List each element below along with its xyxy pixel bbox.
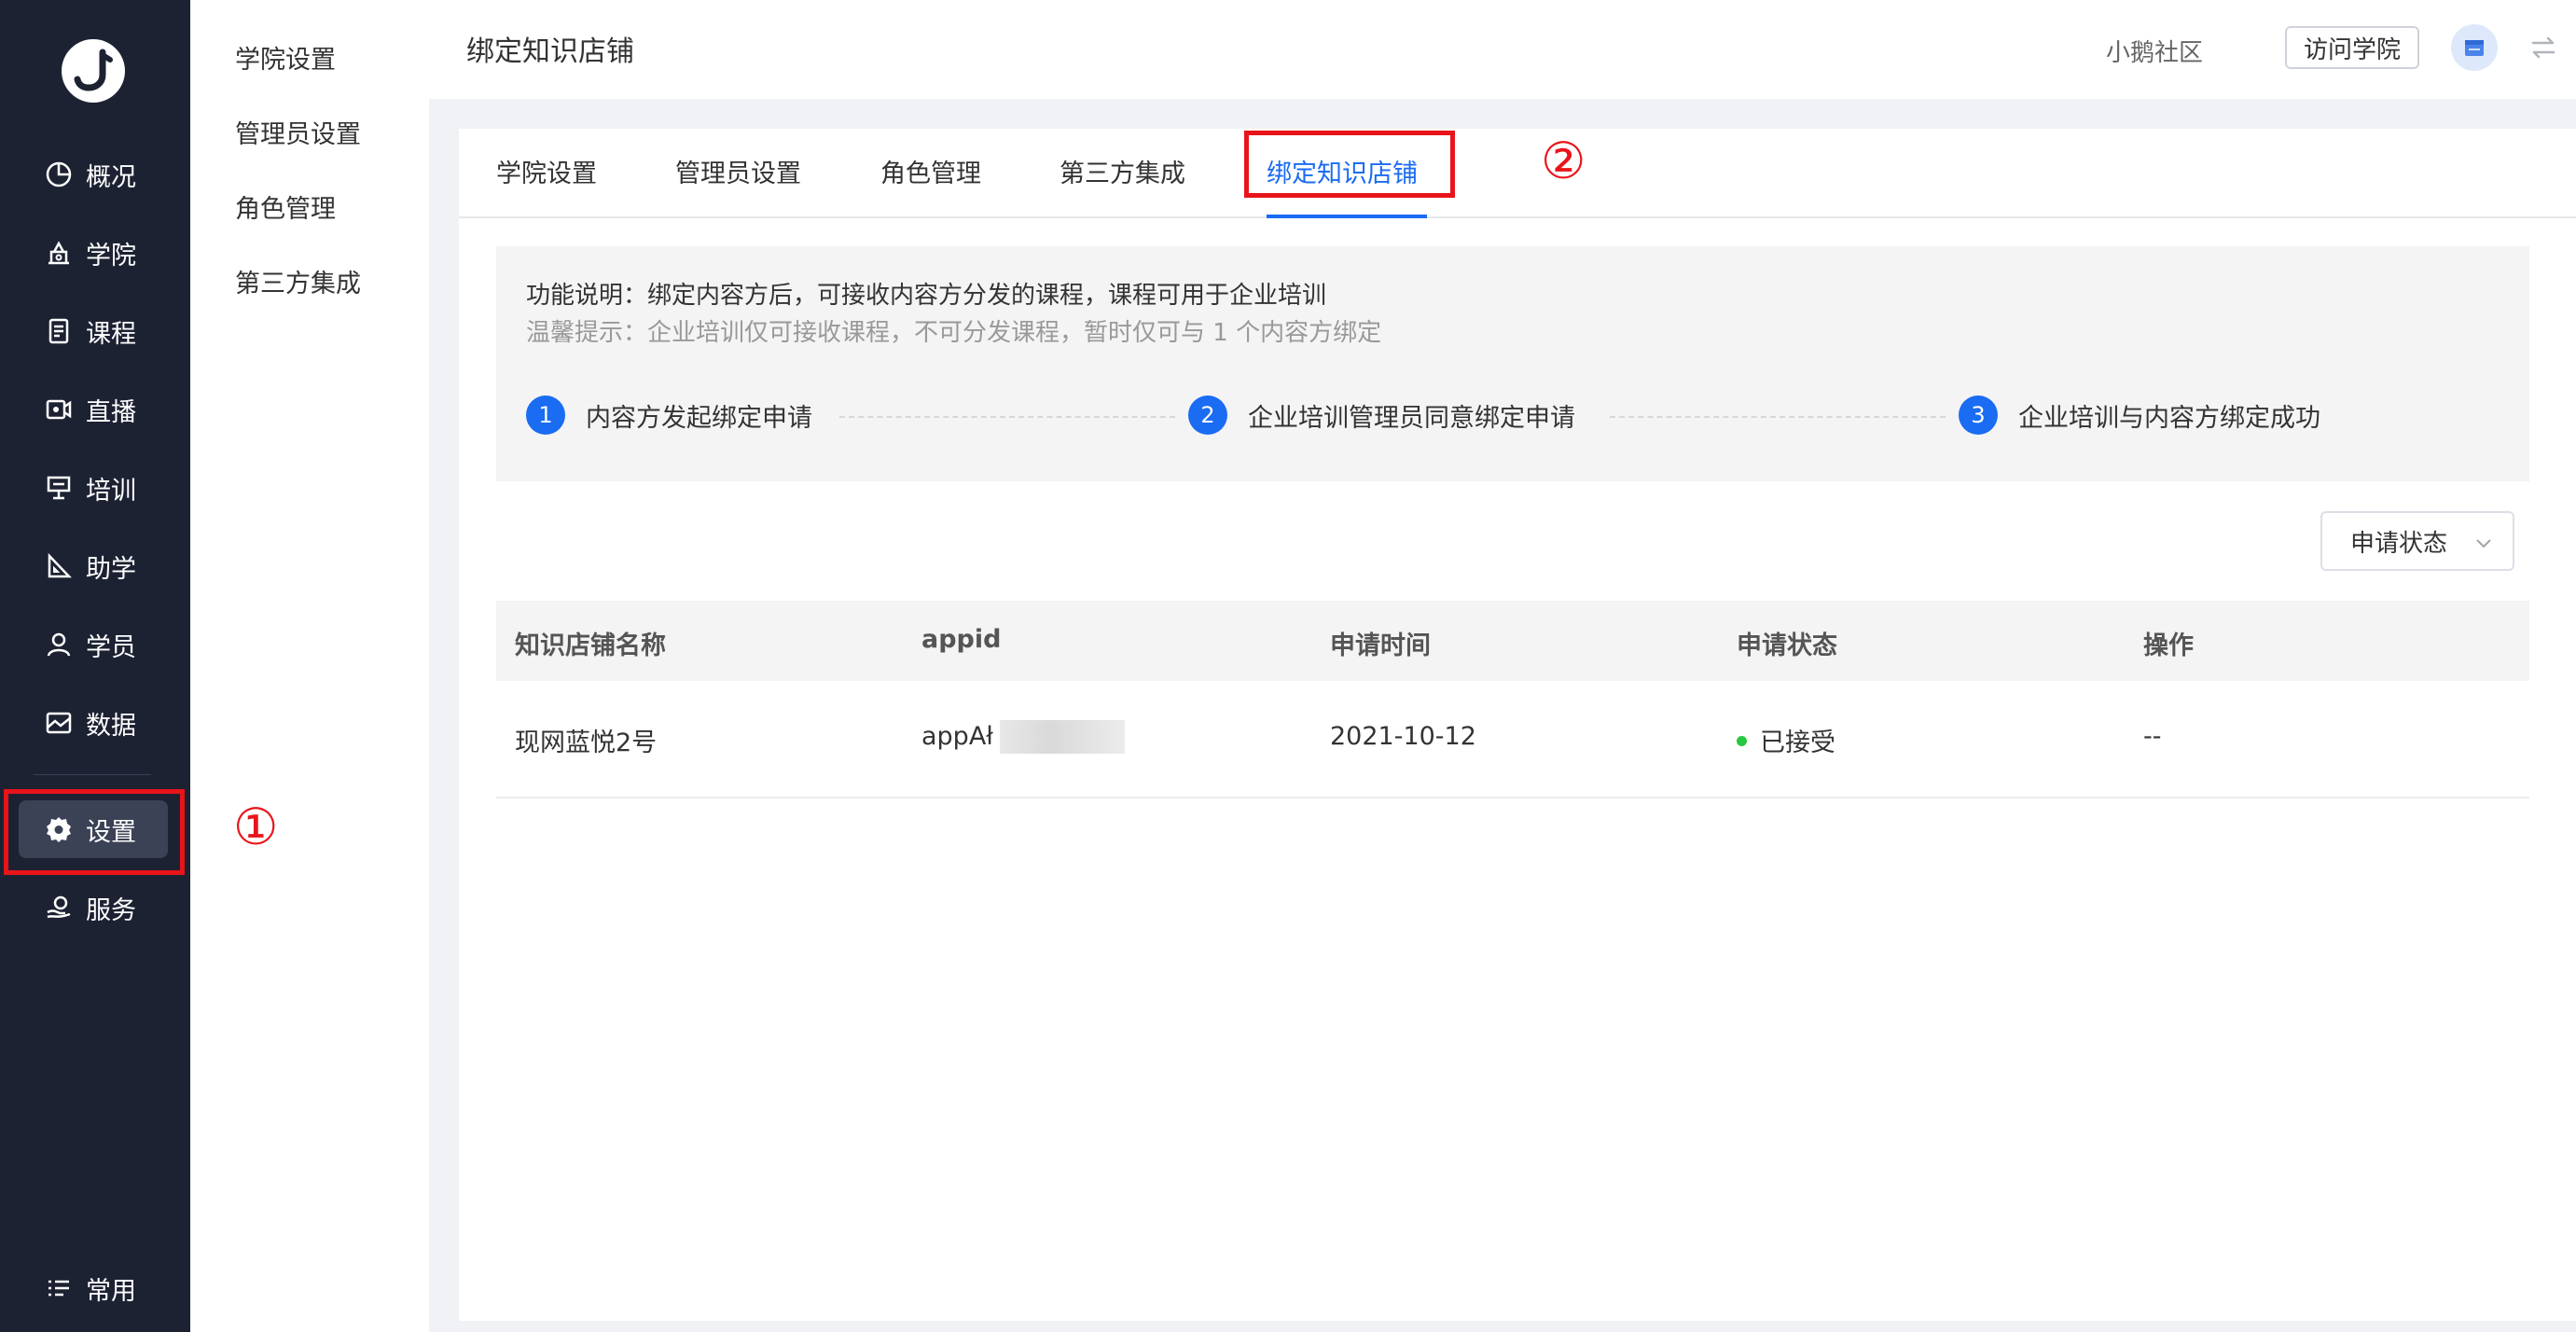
appid-value: appAł bbox=[921, 722, 993, 751]
store-icon[interactable] bbox=[2451, 24, 2498, 71]
redaction-blur bbox=[1000, 720, 1125, 754]
step-2: 2 企业培训管理员同意绑定申请 bbox=[1188, 395, 1575, 435]
nav-students[interactable]: 学员 bbox=[43, 619, 183, 670]
nav-label: 数据 bbox=[86, 711, 136, 741]
switch-icon[interactable] bbox=[2529, 34, 2557, 65]
nav-label: 学院 bbox=[86, 241, 136, 271]
nav-divider bbox=[34, 774, 151, 775]
settings-submenu: 学院设置 管理员设置 角色管理 第三方集成 ① bbox=[190, 0, 429, 1332]
info-panel: 功能说明：绑定内容方后，可接收内容方分发的课程，课程可用于企业培训 温馨提示：企… bbox=[496, 246, 2529, 481]
step-connector bbox=[1610, 416, 1946, 418]
nav-training[interactable]: 培训 bbox=[43, 463, 183, 513]
submenu-third-party[interactable]: 第三方集成 bbox=[235, 263, 361, 299]
nav-course[interactable]: 课程 bbox=[43, 306, 183, 356]
nav-label: 助学 bbox=[86, 554, 136, 584]
main-sidebar: 概况 学院 课程 直播 培训 助学 学员 数据 设置 服务 常用 bbox=[0, 0, 190, 1332]
top-header: 绑定知识店铺 小鹅社区 访问学院 bbox=[429, 0, 2576, 99]
nav-academy[interactable]: 学院 bbox=[43, 228, 183, 278]
step-label: 企业培训与内容方绑定成功 bbox=[2018, 403, 2320, 433]
apply-time: 2021-10-12 bbox=[1330, 722, 1476, 751]
row-action: -- bbox=[2143, 722, 2162, 751]
main-card: 学院设置 管理员设置 角色管理 第三方集成 绑定知识店铺 ② 功能说明：绑定内容… bbox=[459, 129, 2576, 1321]
status-badge: 已接受 bbox=[1760, 728, 1835, 757]
column-header: 申请状态 bbox=[1737, 631, 1837, 660]
step-connector bbox=[839, 416, 1175, 418]
nav-label: 概况 bbox=[86, 162, 136, 192]
user-icon bbox=[43, 629, 75, 660]
data-icon bbox=[43, 707, 75, 739]
community-link[interactable]: 小鹅社区 bbox=[2106, 34, 2203, 68]
status-filter-select[interactable]: 申请状态 bbox=[2320, 511, 2514, 571]
step-number: 1 bbox=[526, 395, 565, 435]
tab-bar: 学院设置 管理员设置 角色管理 第三方集成 绑定知识店铺 ② bbox=[459, 129, 2576, 218]
store-table: 知识店铺名称 appid 申请时间 申请状态 操作 现网蓝悦2号 appAł 2… bbox=[496, 601, 2529, 798]
active-tab-indicator bbox=[1267, 215, 1427, 218]
store-name: 现网蓝悦2号 bbox=[515, 728, 658, 757]
submenu-role-management[interactable]: 角色管理 bbox=[235, 188, 336, 225]
tab-admin-settings[interactable]: 管理员设置 bbox=[675, 153, 801, 189]
annotation-box-tab bbox=[1244, 131, 1455, 198]
tab-academy-settings[interactable]: 学院设置 bbox=[496, 153, 597, 189]
nav-favorites[interactable]: 常用 bbox=[43, 1263, 183, 1313]
service-icon bbox=[43, 892, 75, 923]
nav-label: 直播 bbox=[86, 397, 136, 427]
annotation-number-1: ① bbox=[233, 798, 279, 856]
submenu-admin-settings[interactable]: 管理员设置 bbox=[235, 114, 361, 150]
step-number: 3 bbox=[1959, 395, 1998, 435]
list-icon bbox=[43, 1272, 75, 1304]
column-header: 知识店铺名称 bbox=[515, 631, 666, 660]
step-1: 1 内容方发起绑定申请 bbox=[526, 395, 812, 435]
status-filter-label: 申请状态 bbox=[2350, 529, 2448, 558]
annotation-number-2: ② bbox=[1541, 132, 1586, 190]
annotation-box-settings bbox=[4, 789, 185, 875]
visit-academy-button[interactable]: 访问学院 bbox=[2285, 26, 2419, 69]
table-header: 知识店铺名称 appid 申请时间 申请状态 操作 bbox=[496, 601, 2529, 681]
tab-role-management[interactable]: 角色管理 bbox=[880, 153, 981, 189]
nav-label: 课程 bbox=[86, 319, 136, 349]
nav-label: 服务 bbox=[86, 895, 136, 925]
pie-chart-icon bbox=[43, 159, 75, 190]
column-header: 申请时间 bbox=[1330, 631, 1431, 660]
tab-third-party[interactable]: 第三方集成 bbox=[1059, 153, 1185, 189]
page-title: 绑定知识店铺 bbox=[466, 35, 634, 68]
step-3: 3 企业培训与内容方绑定成功 bbox=[1959, 395, 2320, 435]
nav-assist[interactable]: 助学 bbox=[43, 541, 183, 591]
warm-tip: 温馨提示：企业培训仅可接收课程，不可分发课程，暂时仅可与 1 个内容方绑定 bbox=[526, 319, 1382, 347]
step-label: 企业培训管理员同意绑定申请 bbox=[1248, 403, 1575, 433]
status-cell: 已接受 bbox=[1737, 722, 1835, 758]
column-header: 操作 bbox=[2143, 631, 2194, 660]
table-row: 现网蓝悦2号 appAł 2021-10-12 已接受 -- bbox=[496, 681, 2529, 798]
column-header: appid bbox=[921, 625, 1002, 654]
step-label: 内容方发起绑定申请 bbox=[586, 403, 812, 433]
feature-description: 功能说明：绑定内容方后，可接收内容方分发的课程，课程可用于企业培训 bbox=[526, 282, 1327, 310]
course-icon bbox=[43, 315, 75, 347]
nav-data[interactable]: 数据 bbox=[43, 698, 183, 748]
nav-live[interactable]: 直播 bbox=[43, 384, 183, 435]
training-icon bbox=[43, 472, 75, 504]
nav-overview[interactable]: 概况 bbox=[43, 149, 183, 200]
nav-label: 培训 bbox=[86, 476, 136, 506]
live-icon bbox=[43, 394, 75, 425]
submenu-academy-settings[interactable]: 学院设置 bbox=[235, 39, 336, 76]
status-dot-icon bbox=[1737, 736, 1747, 746]
app-logo[interactable] bbox=[62, 39, 125, 103]
nav-label: 常用 bbox=[86, 1276, 136, 1306]
step-number: 2 bbox=[1188, 395, 1227, 435]
academy-icon bbox=[43, 237, 75, 269]
chevron-down-icon bbox=[2473, 532, 2494, 560]
nav-service[interactable]: 服务 bbox=[43, 882, 183, 933]
ruler-icon bbox=[43, 550, 75, 582]
nav-label: 学员 bbox=[86, 632, 136, 662]
